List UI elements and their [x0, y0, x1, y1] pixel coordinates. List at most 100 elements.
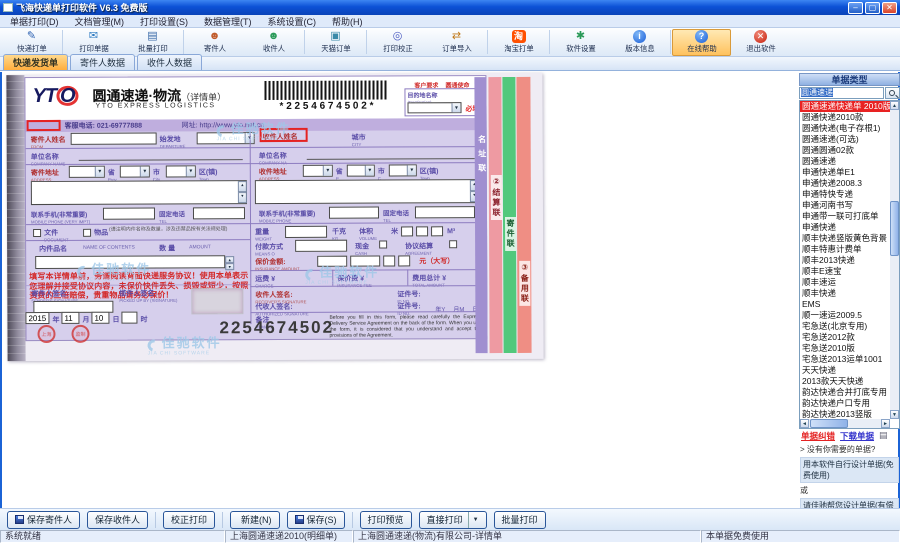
- chevron-down-icon[interactable]: ▼: [95, 167, 104, 177]
- dim-h-input[interactable]: [431, 226, 443, 236]
- toolbar-exit-button[interactable]: ✕退出软件: [731, 29, 790, 56]
- toolbar-settings-button[interactable]: ✱软件设置: [551, 29, 610, 56]
- scroll-down-icon[interactable]: ▼: [890, 410, 899, 419]
- menu-documents[interactable]: 文档管理(M): [75, 15, 125, 28]
- toolbar-order-import-button[interactable]: ⇄订单导入: [427, 29, 486, 56]
- date-month-input[interactable]: [61, 312, 79, 324]
- waybill-type-item[interactable]: 申通河南书写: [800, 200, 890, 211]
- waybill-type-item[interactable]: 韵达快递合并打底专用: [800, 387, 890, 398]
- waybill-type-item[interactable]: 顺丰特惠计费单: [800, 244, 890, 255]
- fix-template-link[interactable]: 单据纠错: [801, 430, 835, 442]
- toolbar-online-help-button[interactable]: ?在线帮助: [672, 29, 731, 56]
- scroll-right-icon[interactable]: ►: [881, 419, 890, 428]
- to-address-textarea[interactable]: [255, 179, 479, 204]
- toolbar-taobao-print-button[interactable]: 淘淘宝打单: [489, 29, 548, 56]
- batch-print-button[interactable]: 批量打印: [494, 511, 546, 529]
- pay-input[interactable]: [295, 240, 347, 252]
- to-city-select[interactable]: ▼: [347, 165, 375, 177]
- scroll-up-icon[interactable]: ▲: [890, 101, 899, 110]
- scrollbar-thumb[interactable]: [810, 419, 848, 428]
- minimize-button[interactable]: –: [848, 2, 863, 14]
- menu-print-settings[interactable]: 打印设置(S): [140, 15, 188, 28]
- toolbar-tmall-orders-button[interactable]: ▣天猫订单: [306, 29, 365, 56]
- tab-sender-data[interactable]: 寄件人数据: [70, 54, 135, 70]
- to-mobile-input[interactable]: [329, 207, 379, 219]
- waybill-type-item[interactable]: 圆通速递快递单 2010版: [800, 101, 890, 112]
- waybill-type-item[interactable]: 申通快递: [800, 222, 890, 233]
- close-button[interactable]: ✕: [882, 2, 897, 14]
- dim-w-input[interactable]: [416, 226, 428, 236]
- to-tel-input[interactable]: [415, 206, 475, 218]
- chevron-down-icon[interactable]: ▼: [186, 166, 195, 176]
- waybill-type-item[interactable]: 天天快递: [800, 365, 890, 376]
- chevron-down-icon[interactable]: ▼: [452, 103, 461, 112]
- date-year-input[interactable]: [25, 312, 49, 324]
- print-preview-button[interactable]: 打印预览: [360, 511, 412, 529]
- chevron-down-icon[interactable]: ▼: [365, 166, 374, 176]
- waybill-type-item[interactable]: 顺丰2013快递: [800, 255, 890, 266]
- waybill-type-item[interactable]: 圆通圆通02款: [800, 145, 890, 156]
- from-province-select[interactable]: ▼: [69, 166, 105, 178]
- from-name-input[interactable]: [71, 133, 157, 145]
- insurance-input-3[interactable]: [383, 255, 395, 266]
- maximize-button[interactable]: ▢: [865, 2, 880, 14]
- toolbar-receiver-button[interactable]: ☻收件人: [244, 29, 303, 56]
- download-template-link[interactable]: 下载单据: [840, 430, 874, 442]
- to-province-select[interactable]: ▼: [303, 165, 333, 177]
- dim-l-input[interactable]: [401, 226, 413, 236]
- waybill-type-item[interactable]: 顺丰E速宝: [800, 266, 890, 277]
- toolbar-version-info-button[interactable]: i版本信息: [610, 29, 669, 56]
- waybill-type-item[interactable]: 宅急送2010版: [800, 343, 890, 354]
- from-address-textarea[interactable]: [31, 180, 247, 205]
- agreement-checkbox[interactable]: [449, 240, 457, 248]
- from-tel-input[interactable]: [193, 207, 245, 219]
- horizontal-scrollbar[interactable]: ◄ ►: [800, 419, 890, 428]
- waybill-type-item[interactable]: 申通快递2008.3: [800, 178, 890, 189]
- scrollbar-thumb[interactable]: [890, 201, 899, 256]
- date-day-input[interactable]: [91, 312, 109, 324]
- waybill-type-item[interactable]: 圆通快递2010款: [800, 112, 890, 123]
- weight-input[interactable]: [285, 226, 327, 238]
- toolbar-print-calibrate-button[interactable]: ◎打印校正: [368, 29, 427, 56]
- toolbar-print-doc-button[interactable]: ✉打印单据: [64, 29, 123, 56]
- date-hour-input[interactable]: [121, 312, 137, 324]
- toolbar-sender-button[interactable]: ☻寄件人: [185, 29, 244, 56]
- document-checkbox[interactable]: [33, 229, 41, 237]
- menu-data[interactable]: 数据管理(T): [204, 15, 252, 28]
- waybill-type-item[interactable]: 宅急送2013运单1001: [800, 354, 890, 365]
- destination-select[interactable]: ▼: [408, 102, 462, 113]
- direct-print-button[interactable]: 直接打印▼: [419, 511, 487, 529]
- search-button[interactable]: [885, 87, 900, 99]
- new-button[interactable]: 新建(N): [230, 511, 280, 529]
- tab-receiver-data[interactable]: 收件人数据: [137, 54, 202, 70]
- chevron-down-icon[interactable]: ▼: [140, 167, 149, 177]
- tab-express-sheet[interactable]: 快递发货单: [3, 54, 68, 70]
- waybill-type-item[interactable]: 2013款天天快递: [800, 376, 890, 387]
- waybill-type-item[interactable]: 圆通速递: [800, 156, 890, 167]
- amount-spinner[interactable]: ▲▼: [225, 256, 234, 267]
- chevron-down-icon[interactable]: ▼: [323, 166, 332, 176]
- save-sender-button[interactable]: 保存寄件人: [7, 511, 80, 529]
- waybill-type-item[interactable]: 顺丰快递竖版黄色背景: [800, 233, 890, 244]
- waybill-type-item[interactable]: 申通特快专递: [800, 189, 890, 200]
- waybill-type-item[interactable]: 宅急送2012款: [800, 332, 890, 343]
- waybill-type-item[interactable]: 圆通速递(可选): [800, 134, 890, 145]
- waybill-type-item[interactable]: 申通带一联可打底单: [800, 211, 890, 222]
- tip-self-design[interactable]: 用本软件自行设计单据(免费使用): [800, 457, 899, 483]
- to-town-select[interactable]: ▼: [389, 164, 417, 176]
- waybill-type-item[interactable]: EMS: [800, 299, 890, 310]
- waybill-type-item[interactable]: 顺丰速运: [800, 277, 890, 288]
- menu-system[interactable]: 系统设置(C): [268, 15, 317, 28]
- waybill-type-item[interactable]: 顺一速运2009.5: [800, 310, 890, 321]
- waybill-type-item[interactable]: 申通快递单E1: [800, 167, 890, 178]
- save-button[interactable]: 保存(S): [287, 511, 345, 529]
- insurance-input-4[interactable]: [398, 255, 410, 266]
- waybill-type-item[interactable]: 圆通快递(电子存根1): [800, 123, 890, 134]
- parcel-checkbox[interactable]: [83, 229, 91, 237]
- waybill-type-item[interactable]: 韵达快递户口专用: [800, 398, 890, 409]
- scroll-left-icon[interactable]: ◄: [800, 419, 809, 428]
- menu-print[interactable]: 单据打印(D): [10, 15, 59, 28]
- waybill-type-item[interactable]: 顺丰快递: [800, 288, 890, 299]
- menu-help[interactable]: 帮助(H): [332, 15, 363, 28]
- calibrate-print-button[interactable]: 校正打印: [163, 511, 215, 529]
